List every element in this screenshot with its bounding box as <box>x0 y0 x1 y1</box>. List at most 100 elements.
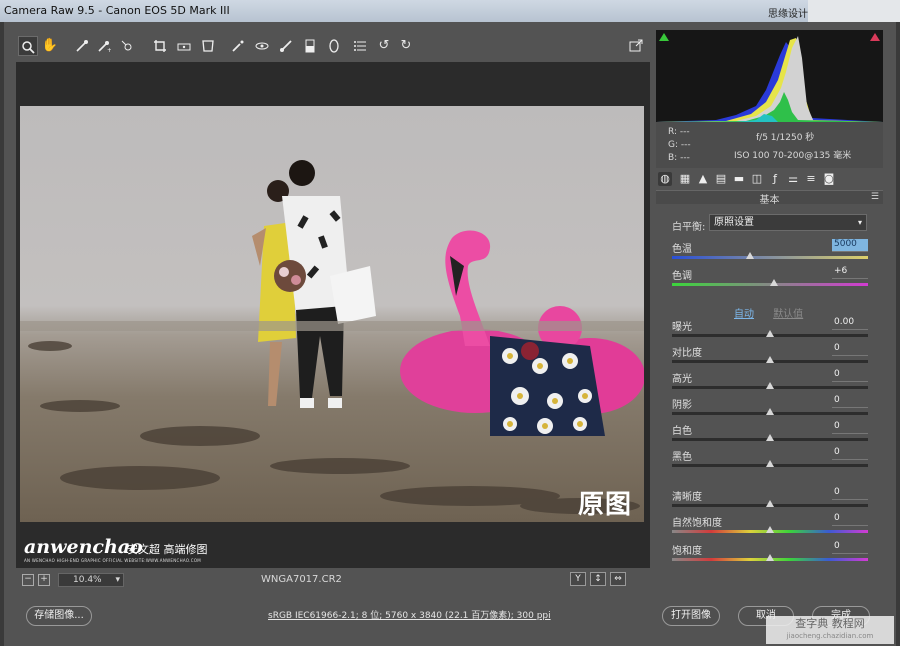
slider-value-field[interactable]: 0 <box>832 421 868 434</box>
detail-tab-icon[interactable]: ▲ <box>696 172 710 186</box>
b-readout: B: --- <box>668 153 690 163</box>
svg-text:+: + <box>107 47 111 53</box>
slider-value-field[interactable]: 0 <box>832 513 868 526</box>
slider-row: 对比度 0 <box>672 343 868 370</box>
slider-thumb[interactable] <box>766 408 774 415</box>
slider-row: 阴影 0 <box>672 395 868 422</box>
hand-tool-icon[interactable]: ✋ <box>40 36 60 56</box>
slider-value-field[interactable]: 0 <box>832 369 868 382</box>
panel-menu-icon[interactable]: ☰ <box>871 192 879 202</box>
slider-row: 色温 5000 <box>672 239 868 266</box>
slider-thumb[interactable] <box>766 526 774 533</box>
status-bar: − + 10.4% ▾ WNGA7017.CR2 Y ↕ ⇔ <box>16 571 650 589</box>
chevron-down-icon: ▾ <box>115 575 120 585</box>
slider-label: 对比度 <box>672 348 702 359</box>
slider-label: 曝光 <box>672 322 692 333</box>
watermark-chinese: 安文超 高端修图 <box>127 543 208 556</box>
aperture-shutter: f/5 1/1250 秒 <box>756 133 815 143</box>
swap-button[interactable]: ⇔ <box>610 572 626 586</box>
workflow-options-link[interactable]: sRGB IEC61966-2.1; 8 位; 5760 x 3840 (22.… <box>268 608 551 621</box>
slider-value-field[interactable]: 0 <box>832 395 868 408</box>
slider-value-field[interactable]: 0 <box>832 487 868 500</box>
split-toning-tab-icon[interactable]: ▬ <box>732 172 746 186</box>
rotate-ccw-icon[interactable]: ↺ <box>374 36 394 56</box>
slider-value-field[interactable]: 0 <box>832 541 868 554</box>
slider-label: 色温 <box>672 244 692 255</box>
slider-thumb[interactable] <box>766 356 774 363</box>
panel-title: 基本 ☰ <box>656 190 883 206</box>
white-balance-select[interactable]: 原照设置 ▾ <box>709 214 867 231</box>
slider-row: 饱和度 0 <box>672 541 868 568</box>
slider-value-field[interactable]: 0 <box>832 447 868 460</box>
slider-label: 白色 <box>672 426 692 437</box>
fullscreen-icon[interactable] <box>626 36 646 56</box>
slider-row: 自然饱和度 0 <box>672 513 868 540</box>
r-readout: R: --- <box>668 127 690 137</box>
open-image-button[interactable]: 打开图像 <box>662 606 720 626</box>
effects-tab-icon[interactable]: ƒ <box>768 172 782 186</box>
camera-calibration-tab-icon[interactable]: ⚌ <box>786 172 800 186</box>
radial-filter-tool-icon[interactable] <box>324 36 344 56</box>
slider-row: 色调 +6 <box>672 266 868 293</box>
highlight-clipping-icon[interactable] <box>870 33 880 41</box>
preferences-tool-icon[interactable] <box>350 36 370 56</box>
target-adjustment-tool-icon[interactable] <box>118 36 138 56</box>
toolbar: ✋ + ↺ ↻ <box>16 34 648 58</box>
slider-thumb[interactable] <box>766 382 774 389</box>
site-watermark: 查字典 教程网 jiaocheng.chazidian.com <box>766 616 894 644</box>
rotate-cw-icon[interactable]: ↻ <box>396 36 416 56</box>
slider-row: 曝光 0.00 <box>672 317 868 344</box>
graduated-filter-tool-icon[interactable] <box>300 36 320 56</box>
site-watermark-sub: jiaocheng.chazidian.com <box>786 632 874 640</box>
zoom-in-button[interactable]: + <box>38 574 50 586</box>
zoom-out-button[interactable]: − <box>22 574 34 586</box>
save-image-button[interactable]: 存储图像... <box>26 606 92 626</box>
lens-tab-icon[interactable]: ◫ <box>750 172 764 186</box>
preview-canvas[interactable] <box>16 62 650 568</box>
slider-thumb[interactable] <box>766 434 774 441</box>
slider-thumb[interactable] <box>766 500 774 507</box>
color-sampler-tool-icon[interactable]: + <box>94 36 114 56</box>
watermark-script: anwenchao <box>24 536 143 558</box>
rgb-readout: R: --- G: --- B: --- <box>668 126 691 165</box>
tone-curve-tab-icon[interactable]: ▦ <box>678 172 692 186</box>
hsl-tab-icon[interactable]: ▤ <box>714 172 728 186</box>
white-balance-value: 原照设置 <box>714 217 754 228</box>
zoom-level-select[interactable]: 10.4% ▾ <box>58 573 124 587</box>
zoom-tool-icon[interactable] <box>18 36 38 56</box>
slider-track[interactable] <box>672 256 868 259</box>
panel-title-text: 基本 <box>759 195 780 206</box>
slider-value-field[interactable]: +6 <box>832 266 868 279</box>
slider-thumb[interactable] <box>766 554 774 561</box>
flamingo-float <box>400 230 644 436</box>
slider-thumb[interactable] <box>766 330 774 337</box>
slider-thumb[interactable] <box>746 252 755 259</box>
white-balance-tool-icon[interactable] <box>72 36 92 56</box>
shadow-clipping-icon[interactable] <box>659 33 669 41</box>
slider-label: 色调 <box>672 271 692 282</box>
basic-tab-icon[interactable]: ◍ <box>658 172 672 186</box>
presets-tab-icon[interactable]: ≡ <box>804 172 818 186</box>
site-watermark-main: 查字典 教程网 <box>795 617 865 630</box>
transform-tool-icon[interactable] <box>198 36 218 56</box>
slider-value-field[interactable]: 0 <box>832 343 868 356</box>
window-title: Camera Raw 9.5 - Canon EOS 5D Mark III <box>4 4 230 17</box>
crop-tool-icon[interactable] <box>150 36 170 56</box>
couple <box>252 160 376 408</box>
before-after-button[interactable]: ↕ <box>590 572 606 586</box>
slider-value-field[interactable]: 5000 <box>832 239 868 252</box>
view-mode-button[interactable]: Y <box>570 572 586 586</box>
spot-removal-tool-icon[interactable] <box>228 36 248 56</box>
slider-thumb[interactable] <box>766 460 774 467</box>
red-eye-tool-icon[interactable] <box>252 36 272 56</box>
slider-thumb[interactable] <box>769 279 778 286</box>
iso-lens: ISO 100 70-200@135 毫米 <box>734 151 852 161</box>
straighten-tool-icon[interactable] <box>174 36 194 56</box>
adjustment-brush-tool-icon[interactable] <box>276 36 296 56</box>
slider-label: 自然饱和度 <box>672 518 722 529</box>
snapshots-tab-icon[interactable]: ◙ <box>822 172 836 186</box>
slider-row: 黑色 0 <box>672 447 868 474</box>
slider-value-field[interactable]: 0.00 <box>832 317 868 330</box>
panel-tabs: ◍ ▦ ▲ ▤ ▬ ◫ ƒ ⚌ ≡ ◙ <box>656 170 883 188</box>
filename-label: WNGA7017.CR2 <box>261 574 342 585</box>
